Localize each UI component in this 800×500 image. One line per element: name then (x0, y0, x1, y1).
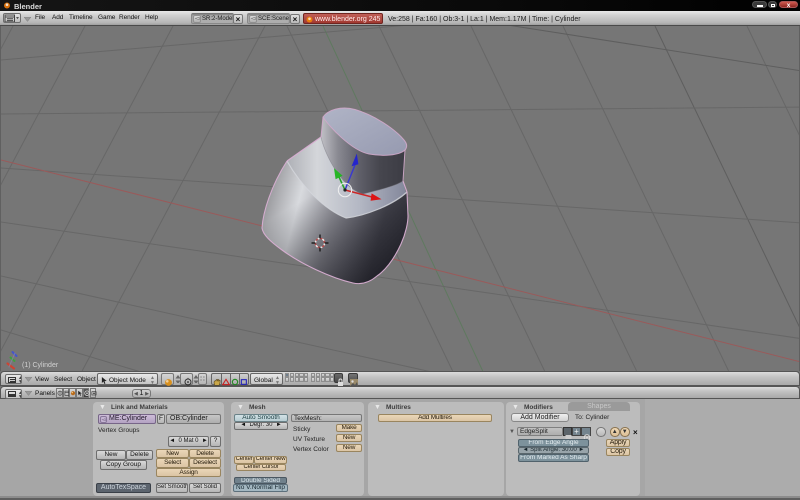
svg-text:(1) Cylinder: (1) Cylinder (22, 362, 59, 369)
